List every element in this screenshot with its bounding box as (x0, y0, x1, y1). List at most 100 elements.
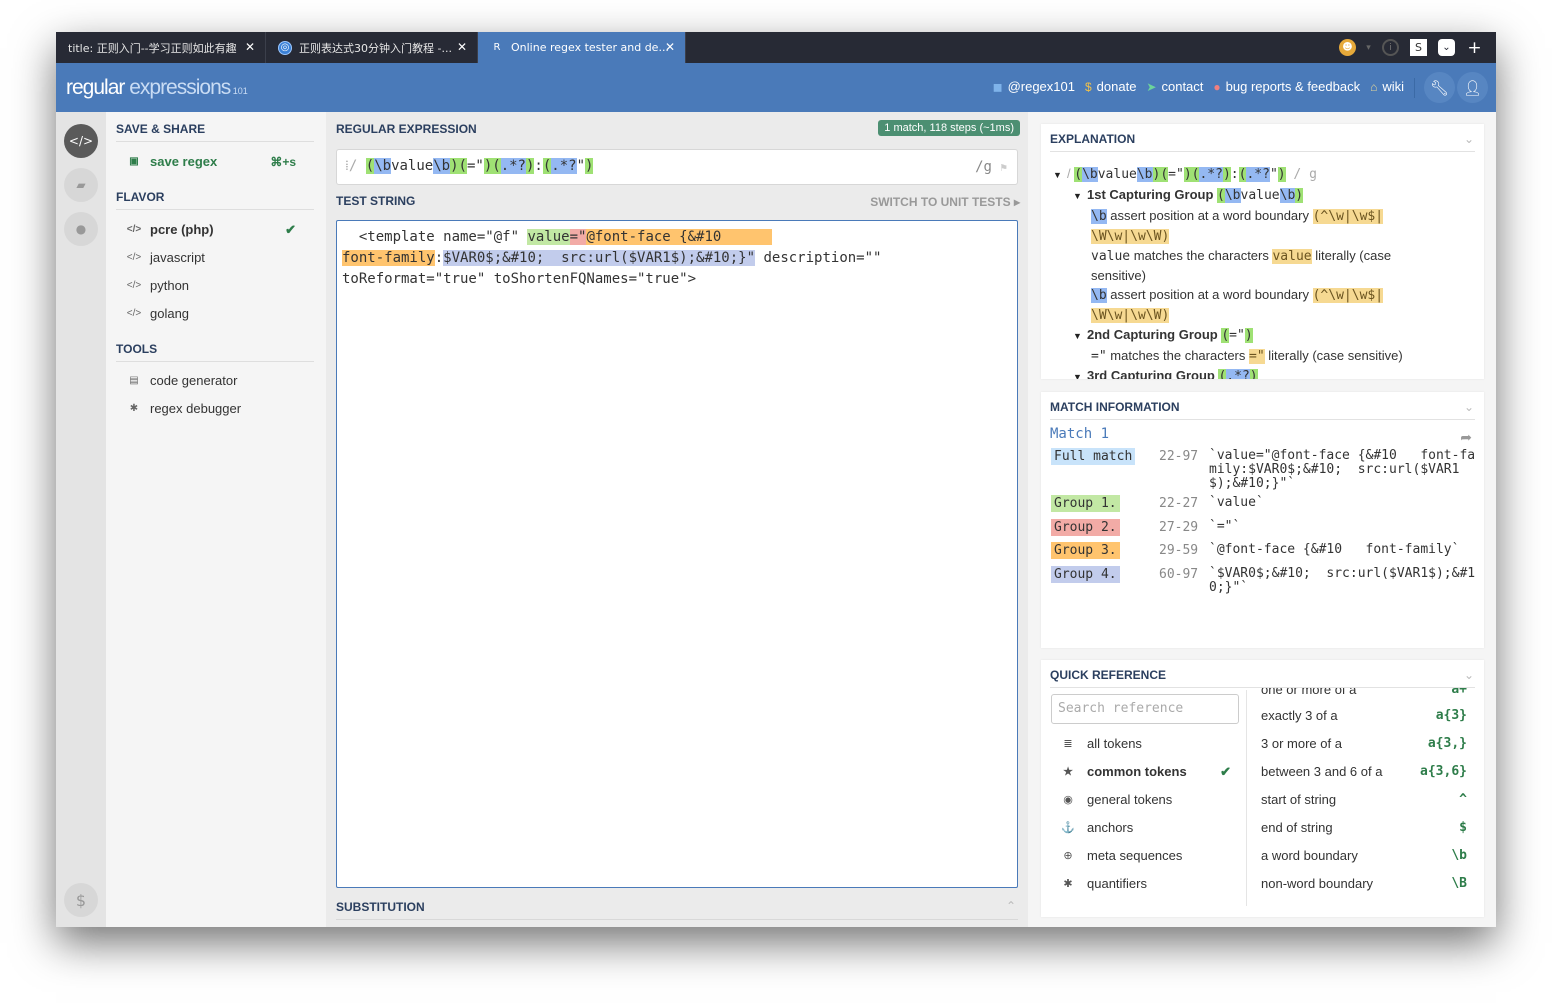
target-icon: ◉ (1063, 794, 1073, 806)
match-label: Match 1 (1050, 426, 1110, 442)
regex-token: value (391, 158, 434, 174)
reference-category[interactable]: ≣ all tokens (1061, 736, 1231, 751)
s-icon[interactable]: S (1410, 39, 1427, 56)
flavor-pcre[interactable]: </> pcre (php) ✔ (126, 221, 306, 238)
reference-token[interactable]: between 3 and 6 of a a{3,6} (1261, 764, 1467, 779)
explanation-group-1[interactable]: ▼ 1st Capturing Group (\bvalue\b) (1053, 185, 1473, 206)
donate-rail-button[interactable]: $ (64, 883, 98, 917)
code-icon: </> (126, 252, 142, 263)
search-reference-input[interactable]: Search reference (1051, 694, 1239, 724)
caret-down-icon[interactable]: ▼ (1073, 187, 1087, 206)
save-regex-label: save regex (150, 154, 218, 169)
match-range: 60-97 (1159, 567, 1199, 582)
reference-category[interactable]: ⚓ anchors (1061, 820, 1231, 835)
token-description: end of string (1261, 820, 1333, 835)
regex-token: ( (1074, 167, 1083, 182)
nav-contact-link[interactable]: ➤ contact (1146, 79, 1203, 94)
checkmark-icon: ✔ (1220, 763, 1231, 779)
match-value: `value="@font-face {&#10 font-family:$VA… (1209, 448, 1476, 491)
pocket-icon[interactable]: ⌄ (1438, 39, 1455, 56)
reference-category[interactable]: ⊕ meta sequences (1061, 848, 1231, 863)
monkey-icon[interactable]: ☻ (1339, 39, 1356, 56)
test-string-input[interactable]: <template name="@f" value="@font-face {&… (336, 220, 1018, 888)
reference-category[interactable]: ★ common tokens ✔ (1061, 763, 1231, 780)
caret-down-icon[interactable]: ▼ (1073, 327, 1087, 346)
regex-token: \b (1136, 167, 1153, 182)
code-generator-link[interactable]: ▤ code generator (126, 373, 306, 388)
close-icon[interactable]: ✕ (245, 40, 255, 54)
share-arrow-icon[interactable]: ➦ (1460, 430, 1472, 446)
chevron-down-icon[interactable]: ⌄ (1464, 668, 1474, 682)
regex-debugger-link[interactable]: ✱ regex debugger (126, 401, 306, 416)
reference-token[interactable]: 3 or more of a a{3,} (1261, 736, 1467, 751)
substitution-bar[interactable]: SUBSTITUTION ⌃ (336, 896, 1018, 920)
flavor-python[interactable]: </> python (126, 278, 306, 293)
nav-label: contact (1161, 79, 1204, 94)
explanation-group-3[interactable]: ▼ 3rd Capturing Group (.*?) (1053, 366, 1473, 379)
tools-heading: TOOLS (116, 342, 314, 362)
library-rail-button[interactable]: ▰ (64, 168, 98, 202)
test-text-segment: : (434, 250, 444, 266)
tool-label: regex debugger (150, 401, 242, 416)
site-header: regular expressions 101 ◼ @regex101 $ do… (56, 63, 1496, 112)
regex-input[interactable]: ⁞/ (\bvalue\b)(=")(.*?):(.*?") /g ⚑ (336, 149, 1018, 185)
caret-down-icon[interactable]: ▼ (1073, 368, 1087, 379)
explanation-flags: / g (1285, 167, 1317, 182)
header-nav: ◼ @regex101 $ donate ➤ contact ● bug rep… (983, 79, 1404, 94)
plus-icon[interactable]: + (1466, 38, 1483, 58)
nav-donate-link[interactable]: $ donate (1085, 79, 1136, 94)
nav-twitter-link[interactable]: ◼ @regex101 (993, 79, 1075, 94)
caret-down-icon[interactable]: ▼ (1053, 166, 1067, 185)
nav-wiki-link[interactable]: ⌂ wiki (1370, 79, 1404, 94)
nav-bug-reports-link[interactable]: ● bug reports & feedback (1213, 79, 1360, 94)
explanation-group-2[interactable]: ▼ 2nd Capturing Group (=") (1053, 325, 1473, 346)
browser-window: title: 正则入门--学习正则如此有趣 ✕ ◎ 正则表达式30分钟入门教程 … (56, 32, 1496, 927)
info-icon[interactable]: i (1382, 39, 1399, 56)
settings-button[interactable]: 🔧︎ (1424, 72, 1455, 103)
flavor-golang[interactable]: </> golang (126, 306, 306, 321)
regex-text[interactable]: ⁞/ (\bvalue\b)(=")(.*?):(.*?") (345, 158, 594, 175)
chevron-down-icon[interactable]: ⌄ (1464, 400, 1474, 414)
close-icon[interactable]: ✕ (665, 40, 675, 54)
checkmark-icon: ✔ (285, 221, 296, 237)
browser-tab-active[interactable]: R Online regex tester and de... ✕ (478, 32, 686, 63)
user-button[interactable]: 👤︎ (1457, 72, 1488, 103)
explanation-heading: EXPLANATION (1050, 132, 1475, 152)
browser-tab[interactable]: ◎ 正则表达式30分钟入门教程 -... ✕ (266, 32, 478, 63)
reference-token[interactable]: start of string ^ (1261, 792, 1467, 807)
reference-token[interactable]: non-word boundary \B (1261, 876, 1467, 891)
anchor-icon: ⚓ (1061, 822, 1075, 834)
reference-token[interactable]: a word boundary \b (1261, 848, 1467, 863)
flag-icon: ⚑ (1000, 161, 1007, 174)
regex-token: .*? (1246, 167, 1270, 182)
regex101-favicon-icon: R (493, 42, 501, 53)
match-range: 27-29 (1159, 520, 1199, 535)
dropdown-icon[interactable]: ▾ (1360, 39, 1377, 56)
match-value: `="` (1209, 519, 1241, 534)
chat-rail-button[interactable]: ● (64, 212, 98, 246)
browser-tab-bar: title: 正则入门--学习正则如此有趣 ✕ ◎ 正则表达式30分钟入门教程 … (56, 32, 1496, 63)
regex-token: \b (433, 158, 451, 174)
explanation-root[interactable]: ▼ / (\bvalue\b)(=")(.*?):(.*?") / g (1053, 164, 1473, 185)
site-logo[interactable]: regular expressions 101 (66, 76, 248, 100)
regex-flags[interactable]: /g ⚑ (975, 159, 1007, 175)
tab-title: 正则表达式30分钟入门教程 -... (299, 41, 452, 55)
chevron-up-icon[interactable]: ⌃ (1006, 899, 1016, 913)
close-icon[interactable]: ✕ (457, 40, 467, 54)
reference-category[interactable]: ◉ general tokens (1061, 792, 1231, 807)
tool-label: code generator (150, 373, 238, 388)
reference-category[interactable]: ✱ quantifiers (1061, 876, 1231, 891)
test-string-text[interactable]: <template name="@f" value="@font-face {&… (342, 227, 1012, 290)
divider (1246, 690, 1247, 906)
reference-token[interactable]: exactly 3 of a a{3} (1261, 708, 1467, 723)
reference-token[interactable]: end of string $ (1261, 820, 1467, 835)
explanation-text: sensitive) (1091, 268, 1146, 283)
browser-tab[interactable]: title: 正则入门--学习正则如此有趣 ✕ (56, 32, 266, 63)
match-group-label: Group 2. (1051, 519, 1120, 536)
switch-unit-tests-button[interactable]: SWITCH TO UNIT TESTS ▸ (870, 195, 1020, 209)
editor-rail-button[interactable]: </> (64, 124, 98, 158)
flavor-javascript[interactable]: </> javascript (126, 250, 306, 265)
save-regex-button[interactable]: ▣ save regex ⌘+s (126, 154, 306, 169)
chevron-down-icon[interactable]: ⌄ (1464, 132, 1474, 146)
nav-label: donate (1096, 79, 1137, 94)
